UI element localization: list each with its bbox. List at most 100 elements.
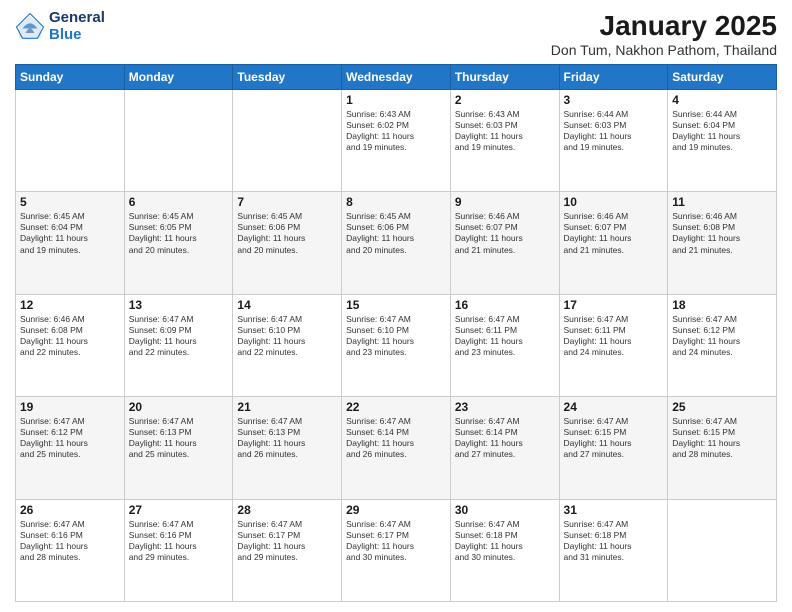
day-info: Sunrise: 6:47 AM Sunset: 6:09 PM Dayligh… xyxy=(129,314,229,358)
subtitle: Don Tum, Nakhon Pathom, Thailand xyxy=(551,42,777,58)
day-info: Sunrise: 6:47 AM Sunset: 6:11 PM Dayligh… xyxy=(564,314,664,358)
day-info: Sunrise: 6:44 AM Sunset: 6:04 PM Dayligh… xyxy=(672,109,772,153)
calendar-cell-w2-d3: 8 Sunrise: 6:45 AM Sunset: 6:06 PM Daylig… xyxy=(342,192,451,294)
day-info: Sunrise: 6:47 AM Sunset: 6:17 PM Dayligh… xyxy=(237,519,337,563)
day-info: Sunrise: 6:44 AM Sunset: 6:03 PM Dayligh… xyxy=(564,109,664,153)
calendar-cell-w2-d5: 10Sunrise: 6:46 AM Sunset: 6:07 PM Dayli… xyxy=(559,192,668,294)
calendar-cell-w3-d4: 16Sunrise: 6:47 AM Sunset: 6:11 PM Dayli… xyxy=(450,294,559,396)
day-info: Sunrise: 6:47 AM Sunset: 6:14 PM Dayligh… xyxy=(346,416,446,460)
week-row-4: 19Sunrise: 6:47 AM Sunset: 6:12 PM Dayli… xyxy=(16,397,777,499)
day-number: 5 xyxy=(20,195,120,209)
calendar-cell-w2-d2: 7 Sunrise: 6:45 AM Sunset: 6:06 PM Daylig… xyxy=(233,192,342,294)
logo: General Blue xyxy=(15,10,105,43)
calendar-cell-w3-d1: 13 Sunrise: 6:47 AM Sunset: 6:09 PM Dayli… xyxy=(124,294,233,396)
col-sunday: Sunday xyxy=(16,65,125,90)
header: General Blue January 2025 Don Tum, Nakho… xyxy=(15,10,777,58)
calendar-body: 1 Sunrise: 6:43 AM Sunset: 6:02 PM Daylig… xyxy=(16,90,777,602)
calendar-table: Sunday Monday Tuesday Wednesday Thursday… xyxy=(15,64,777,602)
logo-blue: Blue xyxy=(49,27,105,44)
calendar-cell-w2-d1: 6Sunrise: 6:45 AM Sunset: 6:05 PM Daylig… xyxy=(124,192,233,294)
day-number: 31 xyxy=(564,503,664,517)
col-tuesday: Tuesday xyxy=(233,65,342,90)
col-monday: Monday xyxy=(124,65,233,90)
calendar-cell-w5-d6 xyxy=(668,499,777,601)
day-number: 26 xyxy=(20,503,120,517)
day-info: Sunrise: 6:47 AM Sunset: 6:10 PM Dayligh… xyxy=(237,314,337,358)
calendar-cell-w3-d6: 18 Sunrise: 6:47 AM Sunset: 6:12 PM Dayli… xyxy=(668,294,777,396)
day-info: Sunrise: 6:47 AM Sunset: 6:16 PM Dayligh… xyxy=(129,519,229,563)
day-info: Sunrise: 6:45 AM Sunset: 6:06 PM Dayligh… xyxy=(237,211,337,255)
title-section: January 2025 Don Tum, Nakhon Pathom, Tha… xyxy=(551,10,777,58)
calendar-cell-w4-d1: 20Sunrise: 6:47 AM Sunset: 6:13 PM Dayli… xyxy=(124,397,233,499)
day-number: 23 xyxy=(455,400,555,414)
calendar-cell-w5-d2: 28 Sunrise: 6:47 AM Sunset: 6:17 PM Dayli… xyxy=(233,499,342,601)
day-info: Sunrise: 6:47 AM Sunset: 6:15 PM Dayligh… xyxy=(564,416,664,460)
day-number: 28 xyxy=(237,503,337,517)
day-info: Sunrise: 6:47 AM Sunset: 6:15 PM Dayligh… xyxy=(672,416,772,460)
day-number: 14 xyxy=(237,298,337,312)
week-row-5: 26 Sunrise: 6:47 AM Sunset: 6:16 PM Dayli… xyxy=(16,499,777,601)
day-number: 8 xyxy=(346,195,446,209)
day-info: Sunrise: 6:46 AM Sunset: 6:08 PM Dayligh… xyxy=(20,314,120,358)
day-number: 19 xyxy=(20,400,120,414)
calendar-cell-w1-d6: 4Sunrise: 6:44 AM Sunset: 6:04 PM Daylig… xyxy=(668,90,777,192)
day-info: Sunrise: 6:47 AM Sunset: 6:10 PM Dayligh… xyxy=(346,314,446,358)
day-info: Sunrise: 6:47 AM Sunset: 6:14 PM Dayligh… xyxy=(455,416,555,460)
day-info: Sunrise: 6:47 AM Sunset: 6:12 PM Dayligh… xyxy=(672,314,772,358)
day-number: 3 xyxy=(564,93,664,107)
logo-text: General Blue xyxy=(49,10,105,43)
day-info: Sunrise: 6:47 AM Sunset: 6:16 PM Dayligh… xyxy=(20,519,120,563)
col-thursday: Thursday xyxy=(450,65,559,90)
logo-general: General xyxy=(49,9,105,26)
calendar-cell-w3-d3: 15Sunrise: 6:47 AM Sunset: 6:10 PM Dayli… xyxy=(342,294,451,396)
day-info: Sunrise: 6:46 AM Sunset: 6:07 PM Dayligh… xyxy=(455,211,555,255)
calendar-cell-w3-d5: 17 Sunrise: 6:47 AM Sunset: 6:11 PM Dayli… xyxy=(559,294,668,396)
day-number: 12 xyxy=(20,298,120,312)
calendar-cell-w5-d3: 29Sunrise: 6:47 AM Sunset: 6:17 PM Dayli… xyxy=(342,499,451,601)
calendar-cell-w3-d2: 14 Sunrise: 6:47 AM Sunset: 6:10 PM Dayli… xyxy=(233,294,342,396)
day-number: 9 xyxy=(455,195,555,209)
day-info: Sunrise: 6:45 AM Sunset: 6:06 PM Dayligh… xyxy=(346,211,446,255)
calendar-cell-w1-d5: 3 Sunrise: 6:44 AM Sunset: 6:03 PM Daylig… xyxy=(559,90,668,192)
week-row-3: 12 Sunrise: 6:46 AM Sunset: 6:08 PM Dayli… xyxy=(16,294,777,396)
day-number: 1 xyxy=(346,93,446,107)
calendar-cell-w2-d0: 5Sunrise: 6:45 AM Sunset: 6:04 PM Daylig… xyxy=(16,192,125,294)
day-info: Sunrise: 6:46 AM Sunset: 6:07 PM Dayligh… xyxy=(564,211,664,255)
calendar-cell-w3-d0: 12 Sunrise: 6:46 AM Sunset: 6:08 PM Dayli… xyxy=(16,294,125,396)
col-friday: Friday xyxy=(559,65,668,90)
calendar-cell-w5-d4: 30 Sunrise: 6:47 AM Sunset: 6:18 PM Dayli… xyxy=(450,499,559,601)
calendar-cell-w4-d6: 25 Sunrise: 6:47 AM Sunset: 6:15 PM Dayli… xyxy=(668,397,777,499)
day-number: 17 xyxy=(564,298,664,312)
day-info: Sunrise: 6:47 AM Sunset: 6:13 PM Dayligh… xyxy=(237,416,337,460)
main-title: January 2025 xyxy=(551,10,777,42)
day-number: 27 xyxy=(129,503,229,517)
day-info: Sunrise: 6:47 AM Sunset: 6:18 PM Dayligh… xyxy=(564,519,664,563)
calendar-cell-w4-d5: 24Sunrise: 6:47 AM Sunset: 6:15 PM Dayli… xyxy=(559,397,668,499)
day-info: Sunrise: 6:43 AM Sunset: 6:03 PM Dayligh… xyxy=(455,109,555,153)
day-number: 22 xyxy=(346,400,446,414)
calendar-cell-w4-d4: 23 Sunrise: 6:47 AM Sunset: 6:14 PM Dayli… xyxy=(450,397,559,499)
day-info: Sunrise: 6:47 AM Sunset: 6:17 PM Dayligh… xyxy=(346,519,446,563)
day-number: 30 xyxy=(455,503,555,517)
week-row-2: 5Sunrise: 6:45 AM Sunset: 6:04 PM Daylig… xyxy=(16,192,777,294)
day-number: 18 xyxy=(672,298,772,312)
day-info: Sunrise: 6:46 AM Sunset: 6:08 PM Dayligh… xyxy=(672,211,772,255)
calendar-cell-w5-d5: 31 Sunrise: 6:47 AM Sunset: 6:18 PM Dayli… xyxy=(559,499,668,601)
page: General Blue January 2025 Don Tum, Nakho… xyxy=(0,0,792,612)
day-info: Sunrise: 6:47 AM Sunset: 6:18 PM Dayligh… xyxy=(455,519,555,563)
calendar-cell-w4-d3: 22 Sunrise: 6:47 AM Sunset: 6:14 PM Dayli… xyxy=(342,397,451,499)
day-number: 6 xyxy=(129,195,229,209)
calendar-cell-w1-d1 xyxy=(124,90,233,192)
day-number: 13 xyxy=(129,298,229,312)
calendar-cell-w2-d6: 11Sunrise: 6:46 AM Sunset: 6:08 PM Dayli… xyxy=(668,192,777,294)
day-number: 7 xyxy=(237,195,337,209)
day-number: 21 xyxy=(237,400,337,414)
col-saturday: Saturday xyxy=(668,65,777,90)
calendar-cell-w2-d4: 9 Sunrise: 6:46 AM Sunset: 6:07 PM Daylig… xyxy=(450,192,559,294)
col-wednesday: Wednesday xyxy=(342,65,451,90)
day-info: Sunrise: 6:47 AM Sunset: 6:11 PM Dayligh… xyxy=(455,314,555,358)
calendar-cell-w4-d2: 21 Sunrise: 6:47 AM Sunset: 6:13 PM Dayli… xyxy=(233,397,342,499)
day-info: Sunrise: 6:43 AM Sunset: 6:02 PM Dayligh… xyxy=(346,109,446,153)
calendar-cell-w5-d1: 27 Sunrise: 6:47 AM Sunset: 6:16 PM Dayli… xyxy=(124,499,233,601)
day-number: 25 xyxy=(672,400,772,414)
